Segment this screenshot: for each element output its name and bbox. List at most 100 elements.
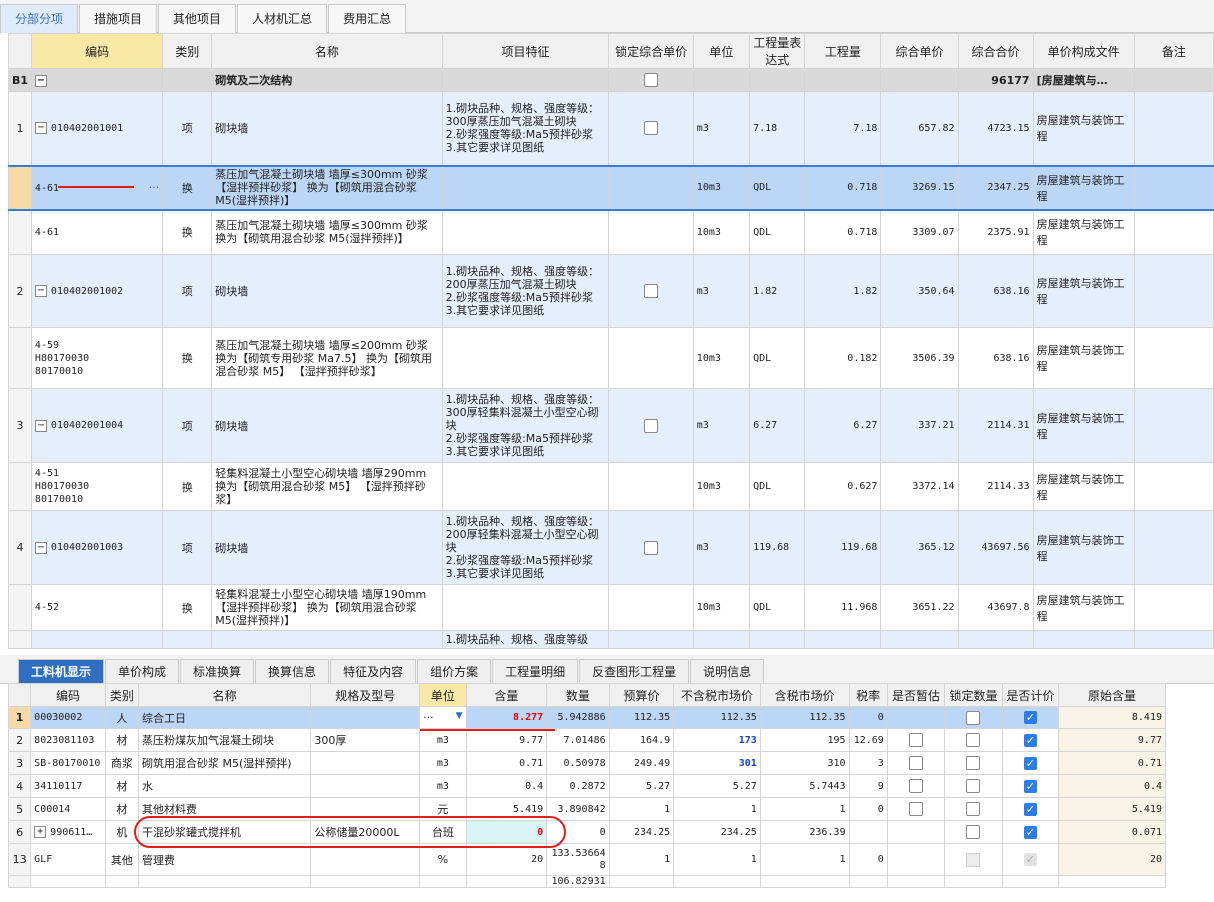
sub-expr[interactable]: QDL	[749, 584, 806, 631]
col-header[interactable]: 含税市场价	[759, 683, 850, 707]
section-row[interactable]: B1 − 砌筑及二次结构 96177 [房屋建筑与…	[8, 68, 1214, 92]
res-mkt-tax[interactable]: 310	[759, 751, 850, 775]
tab-shuoming[interactable]: 说明信息	[690, 659, 765, 684]
col-header[interactable]: 编码	[30, 33, 164, 69]
res-rate[interactable]: 0	[848, 843, 888, 876]
res-mkt-tax[interactable]: 5.7443	[759, 774, 850, 798]
provisional-checkbox[interactable]	[909, 802, 924, 816]
res-code[interactable]: SB-80170010	[30, 751, 106, 775]
lock-qty-checkbox[interactable]	[966, 710, 981, 725]
res-name[interactable]: 水	[137, 774, 312, 798]
res-mkt[interactable]: 5.27	[673, 774, 761, 798]
lock-price-checkbox[interactable]	[644, 121, 659, 136]
provisional-checkbox[interactable]	[909, 779, 924, 793]
res-spec[interactable]	[310, 843, 421, 876]
col-header[interactable]: 含量	[465, 683, 548, 707]
item-name[interactable]: 砌块墙	[211, 510, 443, 585]
res-code[interactable]: 8023081103	[30, 728, 106, 752]
res-spec[interactable]	[310, 706, 421, 729]
sub-qty[interactable]: 0.718	[804, 164, 882, 211]
tab-danjia-goucheng[interactable]: 单价构成	[105, 659, 180, 684]
priced-checkbox[interactable]: ✓	[1023, 733, 1037, 747]
res-unit[interactable]: m3	[419, 774, 467, 798]
col-header[interactable]: 规格及型号	[310, 683, 421, 707]
collapse-icon[interactable]: −	[34, 541, 47, 554]
lock-price-checkbox[interactable]	[644, 73, 659, 87]
item-expr[interactable]: 6.27	[749, 388, 806, 463]
tab-fancha[interactable]: 反查图形工程量	[579, 659, 690, 684]
col-header[interactable]: 编码	[30, 683, 106, 707]
table-row[interactable]: 2 −010402001002 项 砌块墙 1.砌块品种、规格、强度等级：200…	[8, 254, 1214, 328]
res-unit[interactable]: m3	[419, 751, 467, 775]
item-name[interactable]: 砌块墙	[211, 388, 443, 463]
res-mkt[interactable]: 1	[673, 797, 761, 821]
res-name[interactable]: 管理费	[137, 843, 312, 876]
res-rate[interactable]	[848, 820, 888, 844]
table-row-partial[interactable]: 1.砌块品种、规格、强度等级	[8, 630, 1214, 649]
tab-gongliaoji[interactable]: 工料机显示	[18, 659, 105, 684]
res-unit[interactable]: m3	[419, 728, 467, 752]
col-header[interactable]: 单价构成文件	[1032, 33, 1135, 69]
item-qty[interactable]: 1.82	[804, 254, 882, 328]
sub-qty[interactable]: 0.182	[804, 327, 882, 389]
sub-code[interactable]: 4-61	[35, 183, 59, 194]
tab-cuoshi[interactable]: 措施项目	[79, 4, 158, 33]
lock-price-checkbox[interactable]	[644, 540, 659, 555]
col-header[interactable]: 综合单价	[880, 33, 959, 69]
item-feature[interactable]: 1.砌块品种、规格、强度等级：300厚蒸压加气混凝土砌块 2.砂浆强度等级:Ma…	[441, 91, 610, 166]
sub-name[interactable]: 蒸压加气混凝土砌块墙 墙厚≤300mm 砂浆 【湿拌预拌砂浆】 换为【砌筑用混合…	[211, 164, 443, 211]
res-content[interactable]: 0.71	[465, 751, 548, 775]
table-row[interactable]: 4-61 换 蒸压加气混凝土砌块墙 墙厚≤300mm 砂浆 换为【砌筑用混合砂浆…	[8, 209, 1214, 255]
sub-file[interactable]: 房屋建筑与装饰工程	[1032, 209, 1135, 255]
col-header[interactable]: 项目特征	[441, 33, 610, 69]
tab-rencaiji[interactable]: 人材机汇总	[237, 4, 328, 33]
sub-code[interactable]: 4-61	[30, 209, 164, 255]
col-header[interactable]: 名称	[137, 683, 312, 707]
resource-row[interactable]: 3 SB-80170010 商浆 砌筑用混合砂浆 M5(湿拌预拌) m3 0.7…	[7, 751, 1166, 775]
res-mkt-tax[interactable]: 1	[759, 843, 850, 876]
col-header[interactable]: 是否暂估	[886, 683, 946, 707]
res-name[interactable]: 蒸压粉煤灰加气混凝土砌块	[137, 728, 312, 752]
item-qty[interactable]: 6.27	[804, 388, 882, 463]
table-row[interactable]: 3 −010402001004 项 砌块墙 1.砌块品种、规格、强度等级：300…	[8, 388, 1214, 463]
tab-qita[interactable]: 其他项目	[158, 4, 237, 33]
collapse-icon[interactable]: −	[34, 419, 47, 432]
item-file[interactable]: 房屋建筑与装饰工程	[1032, 254, 1135, 328]
item-name[interactable]: 砌块墙	[211, 254, 443, 328]
collapse-icon[interactable]: −	[34, 122, 47, 135]
lock-qty-checkbox[interactable]	[966, 825, 981, 839]
res-mkt[interactable]: 234.25	[673, 820, 761, 844]
res-code[interactable]: GLF	[30, 843, 106, 876]
collapse-icon[interactable]: −	[34, 285, 47, 297]
priced-checkbox[interactable]: ✓	[1023, 802, 1037, 816]
col-header[interactable]: 备注	[1133, 33, 1214, 69]
tab-biaozhun-huansuan[interactable]: 标准换算	[180, 659, 255, 684]
lock-qty-checkbox[interactable]	[966, 779, 981, 793]
item-feature[interactable]: 1.砌块品种、规格、强度等级：200厚蒸压加气混凝土砌块 2.砂浆强度等级:Ma…	[441, 254, 610, 328]
res-name[interactable]: 综合工日	[137, 706, 312, 729]
res-rate[interactable]: 12.69	[848, 728, 888, 752]
sub-expr[interactable]: QDL	[749, 164, 806, 211]
res-mkt[interactable]: 112.35	[673, 706, 761, 729]
resource-row-partial[interactable]: 106.82931	[7, 875, 1166, 888]
res-code[interactable]: 990611…	[50, 827, 92, 838]
col-header[interactable]: 原始含量	[1058, 683, 1166, 707]
table-row[interactable]: 4 −010402001003 项 砌块墙 1.砌块品种、规格、强度等级：200…	[8, 510, 1214, 585]
resource-row[interactable]: 2 8023081103 材 蒸压粉煤灰加气混凝土砌块 300厚 m3 9.77…	[7, 728, 1166, 752]
col-header[interactable]: 类别	[162, 33, 213, 69]
sub-file[interactable]: 房屋建筑与装饰工程	[1032, 584, 1135, 631]
res-content[interactable]: 8.277	[465, 706, 548, 729]
item-file[interactable]: 房屋建筑与装饰工程	[1032, 510, 1135, 585]
sub-name[interactable]: 蒸压加气混凝土砌块墙 墙厚≤300mm 砂浆 换为【砌筑用混合砂浆 M5(湿拌预…	[211, 209, 443, 255]
sub-file[interactable]: 房屋建筑与装饰工程	[1032, 327, 1135, 389]
col-header[interactable]: 是否计价	[1001, 683, 1060, 707]
res-mkt-tax[interactable]: 112.35	[759, 706, 850, 729]
col-header[interactable]: 锁定综合单价	[608, 33, 694, 69]
resource-row[interactable]: 4 34110117 材 水 m3 0.4 0.2872 5.27 5.27 5…	[7, 774, 1166, 798]
col-header[interactable]: 不含税市场价	[673, 683, 761, 707]
res-name[interactable]: 砌筑用混合砂浆 M5(湿拌预拌)	[137, 751, 312, 775]
lock-price-checkbox[interactable]	[644, 418, 659, 433]
res-mkt-tax[interactable]: 195	[759, 728, 850, 752]
table-row[interactable]: 4-59 H80170030 80170010 换 蒸压加气混凝土砌块墙 墙厚≤…	[8, 327, 1214, 389]
lock-qty-checkbox[interactable]	[966, 802, 981, 816]
